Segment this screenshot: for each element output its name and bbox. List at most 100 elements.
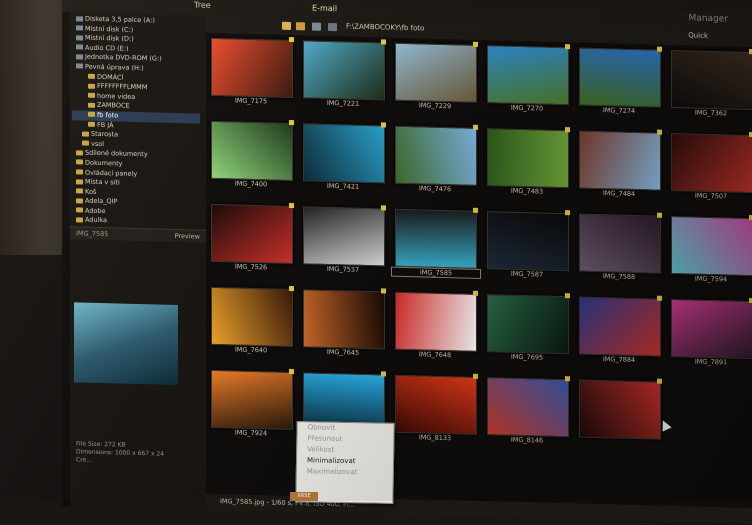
folder-icon: [88, 121, 95, 127]
drive-icon: [76, 54, 83, 60]
rating-icon: [565, 44, 570, 50]
thumbnail-label: IMG_8146: [510, 435, 544, 445]
tree-item-label: DOMÁCÍ: [97, 72, 124, 82]
app-title: Manager: [688, 13, 728, 25]
tree-item-label: Pevná úprava (H:): [85, 62, 144, 73]
rating-icon: [381, 122, 386, 128]
path-breadcrumb[interactable]: F:\ZAMBOCOKY\fb foto: [346, 22, 424, 32]
monitor-screen: Tree E-mail Manager Disketa 3,5 palce (A…: [62, 0, 752, 525]
thumbnail[interactable]: IMG_7175: [207, 34, 295, 112]
tree-item-label: FB JÁ: [97, 120, 114, 129]
taskbar-button[interactable]: XRSE: [290, 492, 318, 501]
folder-up-icon[interactable]: [296, 22, 305, 31]
thumbnail-image: [579, 130, 661, 191]
thumbnail-image: [395, 42, 477, 103]
thumbnail-label: IMG_7175: [234, 96, 268, 106]
thumbnail[interactable]: IMG_7526: [207, 200, 295, 278]
tab-tree[interactable]: Tree: [194, 0, 211, 9]
quick-label[interactable]: Quick: [688, 31, 708, 40]
folder-icon: [88, 73, 95, 79]
file-info: File Size: 272 KB Dimensions: 1000 x 667…: [76, 440, 202, 467]
thumbnail[interactable]: IMG_7421: [299, 119, 387, 197]
folder-icon: [88, 92, 95, 99]
thumbnail[interactable]: IMG_7507: [667, 129, 752, 207]
rating-icon: [289, 202, 294, 209]
thumbnail-grid: IMG_7175 IMG_7221 IMG_7229 IMG_7270 IMG_7274…: [207, 34, 752, 525]
tab-email[interactable]: E-mail: [312, 4, 337, 14]
rating-icon: [657, 378, 662, 384]
rating-icon: [473, 207, 478, 213]
thumbnail-image: [395, 208, 477, 269]
thumbnail[interactable]: IMG_7585: [391, 205, 481, 283]
thumbnail[interactable]: IMG_7400: [207, 117, 295, 195]
thumbnail-label: IMG_7640: [234, 345, 268, 355]
thumbnail[interactable]: IMG_7884: [575, 292, 663, 370]
thumbnail[interactable]: IMG_7483: [483, 124, 571, 202]
rating-icon: [289, 119, 294, 126]
thumbnail-image: [487, 45, 569, 106]
drive-icon: [76, 44, 83, 50]
thumbnail-image: [579, 47, 661, 108]
thumbnail[interactable]: IMG_7588: [575, 209, 663, 287]
thumbnail[interactable]: IMG_7891: [667, 295, 752, 373]
thumbnail[interactable]: IMG_7274: [575, 43, 663, 121]
thumbnail[interactable]: IMG_8133: [391, 371, 479, 449]
tree-item-label: Adobe: [85, 206, 106, 216]
view-icon[interactable]: [312, 22, 321, 31]
thumbnail[interactable]: IMG_7645: [299, 285, 387, 363]
folder-icon: [76, 188, 83, 194]
tree-item-label: Místní disk (C:): [85, 24, 134, 34]
rating-icon: [473, 124, 478, 130]
thumbnail[interactable]: IMG_7221: [299, 36, 387, 114]
thumbnail-label: IMG_7695: [510, 352, 544, 362]
tree-item-label: home videa: [97, 91, 136, 101]
thumbnail-label: IMG_7884: [602, 355, 636, 365]
thumbnail-image: [671, 298, 752, 360]
context-menu-item[interactable]: Maximalizovat: [297, 466, 393, 479]
thumbnail[interactable]: [575, 375, 663, 453]
folder-icon: [76, 178, 83, 185]
thumbnail[interactable]: IMG_7695: [483, 290, 571, 368]
thumbnail[interactable]: IMG_7229: [391, 39, 479, 117]
rating-icon: [473, 373, 478, 379]
preview-filename: IMG_7585: [76, 229, 109, 239]
tree-item-label: Adulka: [85, 216, 108, 225]
thumbnail[interactable]: IMG_7476: [391, 122, 479, 200]
thumbnail[interactable]: IMG_7270: [483, 41, 571, 119]
preview-button[interactable]: Preview: [175, 232, 200, 241]
drive-icon: [76, 25, 83, 31]
thumbnail-image: [211, 286, 293, 348]
tree-item-label: Ovládací panely: [85, 168, 138, 178]
thumbnail[interactable]: IMG_7924: [207, 366, 295, 444]
tree-item-label: fb foto: [97, 110, 119, 120]
preview-image: [74, 302, 178, 386]
thumbnail[interactable]: IMG_7537: [299, 202, 387, 280]
rating-icon: [657, 129, 662, 135]
thumbnail[interactable]: IMG_7594: [667, 212, 752, 290]
thumbnail-image: [671, 49, 752, 111]
folder-icon: [88, 102, 95, 108]
thumbnail-label: IMG_7648: [418, 350, 452, 360]
tree-item-label: Místní disk (D:): [85, 33, 134, 44]
thumbnail-image: [303, 289, 385, 350]
rating-icon: [565, 127, 570, 133]
thumbnail-label: IMG_7270: [510, 103, 544, 113]
thumbnail[interactable]: IMG_7587: [483, 207, 571, 285]
thumbnail-image: [303, 40, 385, 101]
thumbnail[interactable]: IMG_7648: [391, 288, 479, 366]
thumbnail[interactable]: IMG_7484: [575, 126, 663, 204]
thumbnail-label: IMG_7421: [326, 181, 360, 191]
thumbnail[interactable]: IMG_8146: [483, 373, 571, 451]
thumbnail-image: [579, 213, 661, 274]
monitor-shadow: [0, 255, 62, 501]
rating-icon: [565, 293, 570, 299]
thumbnail[interactable]: IMG_7362: [667, 46, 752, 124]
thumbnail-image: [671, 215, 752, 277]
thumbnail[interactable]: IMG_7640: [207, 283, 295, 361]
drive-icon: [76, 35, 83, 41]
tree-item-label: Adela_QIP: [85, 196, 118, 206]
folder-icon[interactable]: [282, 21, 291, 30]
thumbnail-image: [671, 132, 752, 194]
thumbnail-image: [487, 128, 569, 189]
grid-icon[interactable]: [328, 22, 337, 32]
